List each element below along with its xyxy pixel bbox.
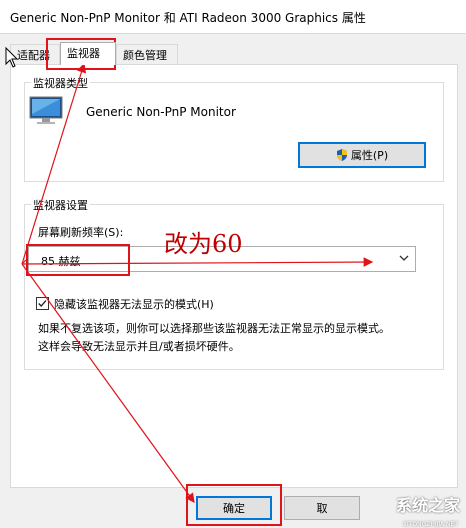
watermark-logo: 系统之家 — [395, 496, 460, 515]
monitor-settings-label: 监视器设置 — [31, 197, 90, 213]
help-text-line-1: 如果不复选该项，则你可以选择那些该监视器无法正常显示的显示模式。 — [38, 322, 390, 335]
annotation-text: 改为60 — [164, 230, 243, 258]
title-bar: Generic Non-PnP Monitor 和 ATI Radeon 300… — [0, 0, 466, 34]
highlight-refresh-value — [26, 244, 130, 276]
cancel-button-label: 取 — [316, 502, 328, 515]
highlight-ok-button — [186, 484, 282, 526]
tab-color-management[interactable]: 颜色管理 — [116, 44, 178, 64]
checkmark-icon — [38, 300, 47, 308]
cancel-button[interactable]: 取 — [284, 496, 360, 520]
monitor-icon — [29, 96, 63, 124]
monitor-name: Generic Non-PnP Monitor — [86, 105, 236, 119]
shield-icon — [336, 149, 347, 161]
hide-modes-label: 隐藏该监视器无法显示的模式(H) — [54, 298, 214, 311]
tab-strip: 适配器 监视器 颜色管理 — [10, 42, 460, 65]
properties-button[interactable]: 属性(P) — [298, 142, 426, 168]
tab-monitor[interactable]: 监视器 — [60, 42, 116, 65]
properties-button-label: 属性(P) — [350, 149, 389, 162]
refresh-rate-label: 屏幕刷新频率(S): — [38, 226, 124, 239]
monitor-type-label: 监视器类型 — [31, 75, 90, 91]
watermark-url: XITONGZHIJIA.NET — [402, 521, 458, 528]
chevron-down-icon — [399, 255, 409, 261]
hide-modes-checkbox[interactable] — [36, 297, 49, 310]
window-title: Generic Non-PnP Monitor 和 ATI Radeon 300… — [10, 11, 366, 25]
help-text-line-2: 这样会导致无法显示并且/或者损坏硬件。 — [38, 340, 240, 353]
